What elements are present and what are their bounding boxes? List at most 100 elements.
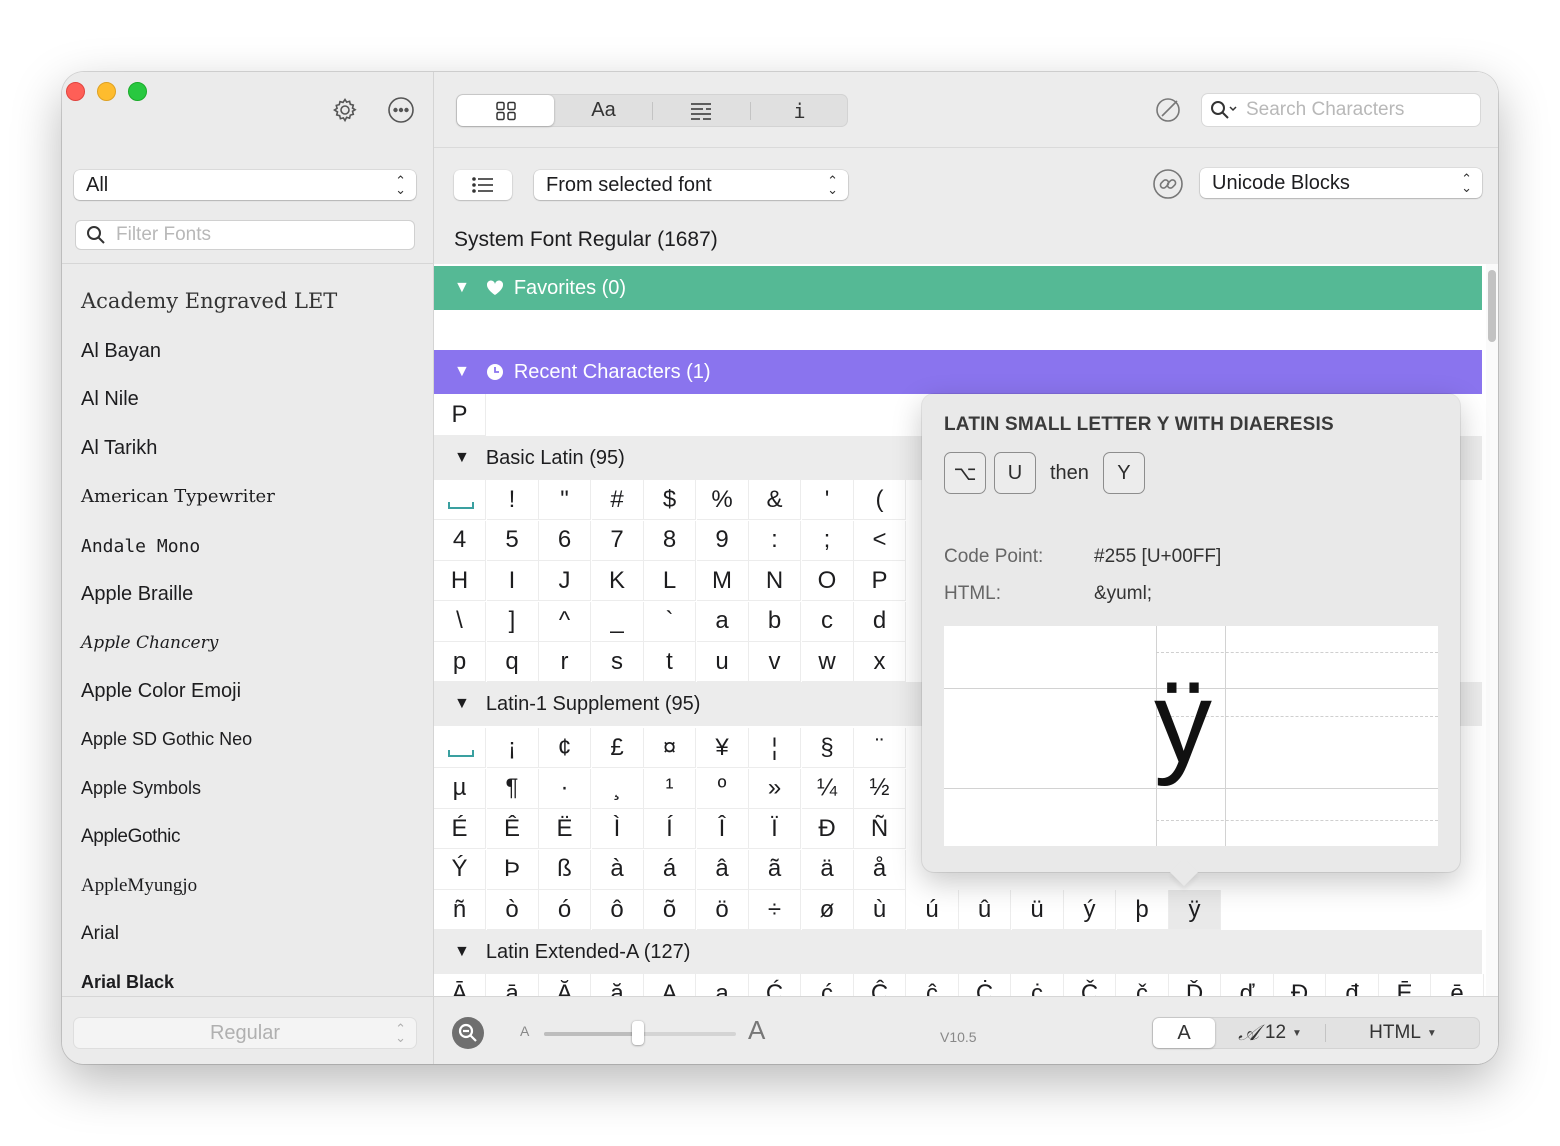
character-cell[interactable]: Ą xyxy=(644,974,696,996)
disclosure-triangle-icon[interactable]: ▼ xyxy=(454,695,470,713)
character-cell[interactable]: ó xyxy=(539,890,591,930)
character-cell[interactable]: t xyxy=(644,642,696,682)
disclosure-triangle-icon[interactable]: ▼ xyxy=(454,279,470,297)
character-cell[interactable]: r xyxy=(539,642,591,682)
character-cell[interactable]: ` xyxy=(644,601,696,642)
character-cell[interactable]: ò xyxy=(486,890,539,930)
character-cell[interactable]: q xyxy=(486,642,539,682)
character-cell[interactable]: ă xyxy=(592,974,644,996)
character-cell[interactable]: w xyxy=(801,642,854,682)
character-cell[interactable]: ď xyxy=(1222,974,1274,996)
font-item[interactable]: Arial xyxy=(81,923,119,945)
character-cell[interactable]: Ñ xyxy=(854,809,906,849)
character-cell[interactable]: ù xyxy=(854,890,906,930)
character-cell[interactable]: µ xyxy=(434,768,486,809)
font-item[interactable]: Academy Engraved LET xyxy=(81,289,337,313)
glyph-preview-tab[interactable]: Aa xyxy=(555,94,652,127)
character-cell[interactable]: ÿ xyxy=(1169,890,1221,930)
compose-icon[interactable] xyxy=(1152,94,1184,126)
character-cell[interactable]: á xyxy=(644,849,696,890)
character-cell[interactable]: Ì xyxy=(591,809,644,849)
character-cell[interactable]: ä xyxy=(801,849,854,890)
character-cell[interactable]: Đ xyxy=(1274,974,1326,996)
character-cell[interactable]: x xyxy=(854,642,906,682)
character-cell[interactable]: ċ xyxy=(1012,974,1064,996)
character-cell[interactable]: ý xyxy=(1064,890,1116,930)
character-cell[interactable]: M xyxy=(696,561,749,601)
character-cell[interactable]: : xyxy=(749,520,801,561)
character-cell[interactable]: 5 xyxy=(486,520,539,561)
character-cell[interactable]: Ć xyxy=(749,974,801,996)
character-cell[interactable]: Ċ xyxy=(959,974,1011,996)
character-cell[interactable]: Ē xyxy=(1379,974,1431,996)
character-cell[interactable]: ] xyxy=(486,601,539,642)
character-cell[interactable]: % xyxy=(696,480,749,520)
character-cell[interactable]: ¦ xyxy=(749,728,801,768)
font-item[interactable]: AppleGothic xyxy=(81,826,181,848)
sidebar-toggle-button[interactable] xyxy=(454,170,512,200)
character-cell[interactable]: ą xyxy=(697,974,749,996)
character-cell[interactable]: ; xyxy=(801,520,854,561)
character-cell[interactable]: 4 xyxy=(434,520,486,561)
character-cell[interactable]: P xyxy=(434,394,486,436)
more-options-icon[interactable] xyxy=(386,95,416,125)
character-cell[interactable]: \ xyxy=(434,601,486,642)
character-cell[interactable]: ¹ xyxy=(644,768,696,809)
character-cell[interactable]: £ xyxy=(591,728,644,768)
character-cell[interactable]: L xyxy=(644,561,696,601)
character-cell[interactable]: 8 xyxy=(644,520,696,561)
character-cell[interactable]: č xyxy=(1117,974,1169,996)
character-cell[interactable]: u xyxy=(696,642,749,682)
character-cell[interactable]: N xyxy=(749,561,801,601)
character-cell[interactable]: < xyxy=(854,520,906,561)
character-cell[interactable]: Ë xyxy=(539,809,591,849)
character-cell[interactable]: I xyxy=(486,561,539,601)
character-cell[interactable]: Ð xyxy=(801,809,854,849)
font-item[interactable]: Apple Color Emoji xyxy=(81,680,241,703)
info-tab[interactable]: i xyxy=(751,94,848,127)
character-cell[interactable]: ½ xyxy=(854,768,906,809)
grid-view-tab[interactable] xyxy=(457,95,554,126)
character-cell[interactable]: O xyxy=(801,561,854,601)
character-source-popup[interactable]: From selected font ⌃ ⌄ xyxy=(534,170,848,200)
font-style-popup[interactable]: Regular ⌃ ⌄ xyxy=(74,1018,416,1048)
character-cell[interactable] xyxy=(434,728,486,768)
character-cell[interactable]: K xyxy=(591,561,644,601)
font-item[interactable]: Al Nile xyxy=(81,388,139,411)
character-cell[interactable]: ¼ xyxy=(801,768,854,809)
font-item[interactable]: American Typewriter xyxy=(81,486,275,507)
character-cell[interactable]: P xyxy=(854,561,906,601)
link-icon[interactable] xyxy=(1152,168,1184,200)
font-item[interactable]: Apple Symbols xyxy=(81,778,201,799)
character-cell[interactable]: · xyxy=(539,768,591,809)
character-cell[interactable]: É xyxy=(434,809,486,849)
character-cell[interactable]: Þ xyxy=(486,849,539,890)
zoom-magnifier-button[interactable] xyxy=(452,1017,484,1049)
character-cell[interactable]: ! xyxy=(486,480,539,520)
character-cell[interactable]: H xyxy=(434,561,486,601)
character-cell[interactable]: Ă xyxy=(539,974,591,996)
character-cell[interactable]: ø xyxy=(801,890,854,930)
character-cell[interactable]: » xyxy=(749,768,801,809)
character-cell[interactable]: ' xyxy=(801,480,854,520)
character-cell[interactable]: ã xyxy=(749,849,801,890)
character-cell[interactable]: Ï xyxy=(749,809,801,849)
character-cell[interactable]: ¢ xyxy=(539,728,591,768)
character-cell[interactable]: s xyxy=(591,642,644,682)
size-slider-knob[interactable] xyxy=(632,1021,645,1045)
character-cell[interactable]: d xyxy=(854,601,906,642)
disclosure-triangle-icon[interactable]: ▼ xyxy=(454,363,470,381)
character-cell[interactable]: ô xyxy=(591,890,644,930)
character-cell[interactable]: Î xyxy=(696,809,749,849)
character-cell[interactable]: â xyxy=(696,849,749,890)
character-cell[interactable]: ñ xyxy=(434,890,486,930)
character-cell[interactable]: ¨ xyxy=(854,728,906,768)
font-item[interactable]: Apple Chancery xyxy=(81,633,218,653)
character-cell[interactable]: ā xyxy=(487,974,539,996)
character-cell[interactable]: Ā xyxy=(434,974,486,996)
character-cell[interactable]: 9 xyxy=(696,520,749,561)
character-cell[interactable]: ú xyxy=(906,890,959,930)
character-cell[interactable]: a xyxy=(696,601,749,642)
character-cell[interactable]: " xyxy=(539,480,591,520)
settings-gear-icon[interactable] xyxy=(330,95,360,125)
